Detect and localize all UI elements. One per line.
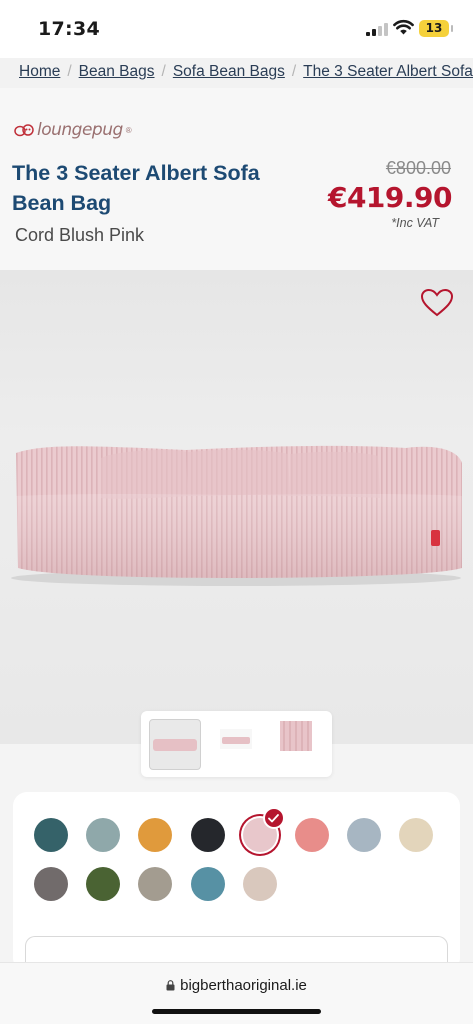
thumbnail-1[interactable]	[149, 719, 201, 770]
colour-swatch[interactable]	[399, 818, 434, 852]
breadcrumb-separator: /	[291, 63, 297, 80]
thumbnail-fabric-closeup	[280, 721, 312, 751]
brand-name: loungepug	[37, 120, 123, 140]
sofa-image	[11, 445, 462, 586]
colour-swatch[interactable]	[347, 818, 382, 852]
breadcrumb-separator: /	[67, 63, 72, 80]
heart-icon[interactable]	[420, 288, 454, 318]
colour-swatch[interactable]	[190, 818, 225, 852]
colour-swatch[interactable]	[86, 818, 121, 852]
battery-icon: 13	[419, 20, 453, 37]
thumbnail-sofa-front	[153, 739, 197, 751]
thumbnail-3[interactable]	[279, 719, 331, 770]
colour-swatch[interactable]	[242, 867, 277, 901]
browser-url-bar[interactable]: bigberthaoriginal.ie	[0, 962, 473, 1024]
pug-logo-icon	[14, 124, 34, 137]
breadcrumb-current-product[interactable]: The 3 Seater Albert Sofa Bean Bag	[303, 63, 473, 80]
status-time: 17:34	[38, 18, 100, 40]
sale-price: €419.90	[327, 181, 453, 214]
colour-swatch[interactable]	[86, 867, 121, 901]
thumbnail-sofa-room	[220, 729, 252, 749]
product-header: loungepug ® The 3 Seater Albert Sofa Bean…	[0, 88, 473, 270]
colour-swatch[interactable]	[34, 867, 68, 901]
original-price: €800.00	[385, 158, 451, 178]
thumbnail-strip	[141, 711, 332, 777]
url-display[interactable]: bigberthaoriginal.ie	[0, 977, 473, 994]
colour-swatch[interactable]	[190, 867, 225, 901]
lock-icon	[166, 980, 175, 991]
vat-note: *Inc VAT	[391, 216, 439, 230]
brand-logo[interactable]: loungepug ®	[14, 120, 132, 140]
colour-swatch[interactable]	[34, 818, 68, 852]
breadcrumb-bean-bags[interactable]: Bean Bags	[79, 63, 155, 80]
cellular-signal-icon	[366, 22, 388, 36]
status-bar: 17:34 13	[0, 0, 473, 58]
checkmark-icon	[262, 807, 285, 829]
breadcrumb-separator: /	[161, 63, 166, 80]
url-text: bigberthaoriginal.ie	[180, 977, 307, 994]
brand-registered-mark: ®	[125, 125, 132, 135]
wifi-icon	[393, 19, 414, 35]
breadcrumb: Home / Bean Bags / Sofa Bean Bags / The 3 Seat…	[0, 58, 473, 88]
product-image[interactable]	[0, 270, 473, 744]
product-variant: Cord Blush Pink	[15, 225, 145, 245]
product-title: The 3 Seater Albert Sofa Bean Bag	[12, 161, 260, 215]
colour-swatch[interactable]	[295, 818, 329, 852]
thumbnail-2[interactable]	[218, 719, 270, 770]
breadcrumb-sofa-bean-bags[interactable]: Sofa Bean Bags	[173, 63, 285, 80]
breadcrumb-home[interactable]: Home	[19, 63, 60, 80]
home-indicator[interactable]	[152, 1009, 321, 1014]
colour-swatch[interactable]	[138, 867, 173, 901]
colour-swatch[interactable]	[138, 818, 173, 852]
